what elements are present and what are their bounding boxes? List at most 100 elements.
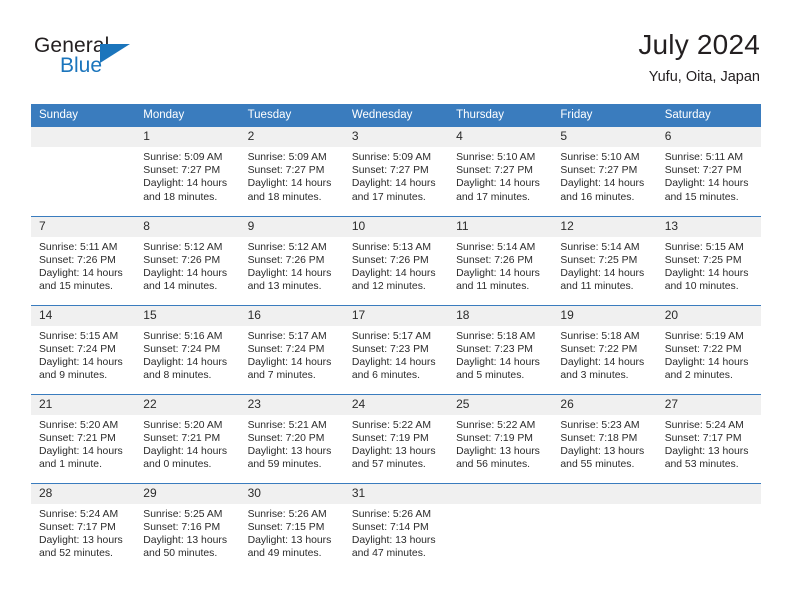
calendar-day-cell[interactable]: 2 Sunrise: 5:09 AM Sunset: 7:27 PM Daylight… (239, 127, 344, 216)
calendar-day-cell[interactable]: 26 Sunrise: 5:23 AM Sunset: 7:18 PM Dayligh… (552, 393, 657, 483)
day-number (448, 483, 553, 504)
calendar-page: General Blue July 2024 Yufu, Oita, Japan… (0, 0, 792, 612)
calendar-day-cell[interactable]: 3 Sunrise: 5:09 AM Sunset: 7:27 PM Daylight… (343, 127, 449, 216)
sunrise-text: Sunrise: 5:09 AM (247, 152, 327, 163)
day-sun-info: Sunrise: 5:14 AM Sunset: 7:25 PM Daylight:… (552, 237, 656, 294)
calendar-day-cell[interactable]: 17 Sunrise: 5:17 AM Sunset: 7:23 PM Dayligh… (343, 304, 449, 394)
sunset-text: Sunset: 7:27 PM (143, 165, 221, 177)
sunset-text: Sunset: 7:17 PM (664, 432, 742, 444)
sunrise-text: Sunrise: 5:26 AM (247, 508, 327, 520)
calendar-day-cell[interactable]: 23 Sunrise: 5:21 AM Sunset: 7:20 PM Dayligh… (239, 393, 344, 483)
calendar-day-cell[interactable]: 28 Sunrise: 5:24 AM Sunset: 7:17 PM Dayligh… (31, 482, 136, 572)
calendar-week-row: 7 Sunrise: 5:11 AM Sunset: 7:26 PM Daylight… (31, 215, 761, 305)
day-sun-info: Sunrise: 5:15 AM Sunset: 7:25 PM Daylight:… (657, 237, 761, 294)
daylight-text-line2: and 6 minutes. (351, 370, 421, 382)
sunset-text: Sunset: 7:27 PM (456, 165, 533, 177)
sunrise-text: Sunrise: 5:12 AM (143, 241, 223, 253)
daylight-text-line1: Daylight: 13 hours (39, 534, 123, 546)
calendar-day-cell[interactable]: 10 Sunrise: 5:13 AM Sunset: 7:26 PM Dayligh… (343, 215, 449, 305)
day-number: 8 (135, 216, 240, 237)
calendar-day-cell[interactable]: 24 Sunrise: 5:22 AM Sunset: 7:19 PM Dayligh… (343, 393, 449, 483)
day-sun-info: Sunrise: 5:14 AM Sunset: 7:26 PM Daylight:… (448, 237, 552, 294)
calendar-day-cell[interactable]: 21 Sunrise: 5:20 AM Sunset: 7:21 PM Dayligh… (31, 393, 136, 483)
day-number (31, 127, 136, 147)
calendar-day-cell[interactable]: 7 Sunrise: 5:11 AM Sunset: 7:26 PM Daylight… (31, 215, 136, 305)
calendar-day-cell[interactable]: 4 Sunrise: 5:10 AM Sunset: 7:27 PM Daylight… (448, 127, 553, 216)
day-number: 9 (239, 216, 344, 237)
sunrise-text: Sunrise: 5:09 AM (143, 152, 223, 163)
daylight-text-line2: and 57 minutes. (351, 459, 426, 471)
calendar-day-cell[interactable]: 5 Sunrise: 5:10 AM Sunset: 7:27 PM Daylight… (552, 127, 657, 216)
daylight-text-line2: and 56 minutes. (456, 459, 531, 471)
calendar-day-cell[interactable]: 30 Sunrise: 5:26 AM Sunset: 7:15 PM Dayligh… (239, 482, 344, 572)
calendar-day-cell[interactable]: 16 Sunrise: 5:17 AM Sunset: 7:24 PM Dayligh… (239, 304, 344, 394)
calendar-day-cell[interactable]: 11 Sunrise: 5:14 AM Sunset: 7:26 PM Dayligh… (448, 215, 553, 305)
day-number: 7 (31, 216, 136, 237)
daylight-text-line1: Daylight: 13 hours (247, 534, 332, 546)
weekday-header-wednesday: Wednesday (343, 104, 449, 127)
daylight-text-line1: Daylight: 14 hours (351, 178, 436, 190)
calendar-day-cell[interactable]: 9 Sunrise: 5:12 AM Sunset: 7:26 PM Daylight… (239, 215, 344, 305)
calendar-day-cell[interactable]: 20 Sunrise: 5:19 AM Sunset: 7:22 PM Dayligh… (656, 304, 761, 394)
day-number: 10 (343, 216, 449, 237)
sunset-text: Sunset: 7:26 PM (39, 254, 116, 266)
calendar-day-cell[interactable]: 13 Sunrise: 5:15 AM Sunset: 7:25 PM Dayligh… (656, 215, 761, 305)
daylight-text-line2: and 49 minutes. (247, 548, 322, 560)
calendar-day-cell[interactable]: 8 Sunrise: 5:12 AM Sunset: 7:26 PM Daylight… (135, 215, 240, 305)
sunset-text: Sunset: 7:24 PM (247, 343, 325, 355)
sunrise-text: Sunrise: 5:12 AM (247, 241, 327, 253)
daylight-text-line1: Daylight: 13 hours (560, 445, 645, 457)
calendar-day-cell[interactable]: 22 Sunrise: 5:20 AM Sunset: 7:21 PM Dayligh… (135, 393, 240, 483)
sunrise-text: Sunrise: 5:14 AM (560, 241, 640, 253)
day-sun-info: Sunrise: 5:22 AM Sunset: 7:19 PM Daylight:… (448, 415, 552, 472)
calendar-day-cell[interactable]: 29 Sunrise: 5:25 AM Sunset: 7:16 PM Dayligh… (135, 482, 240, 572)
day-sun-info: Sunrise: 5:21 AM Sunset: 7:20 PM Daylight:… (240, 415, 344, 472)
sunrise-text: Sunrise: 5:17 AM (351, 330, 431, 342)
page-header: General Blue July 2024 Yufu, Oita, Japan (32, 28, 760, 96)
day-sun-info: Sunrise: 5:11 AM Sunset: 7:27 PM Daylight:… (657, 147, 761, 204)
daylight-text-line1: Daylight: 14 hours (143, 445, 228, 457)
calendar-day-cell[interactable]: 25 Sunrise: 5:22 AM Sunset: 7:19 PM Dayligh… (448, 393, 553, 483)
day-number: 1 (135, 127, 240, 147)
daylight-text-line1: Daylight: 13 hours (247, 445, 332, 457)
sunrise-text: Sunrise: 5:17 AM (247, 330, 327, 342)
sunrise-text: Sunrise: 5:22 AM (351, 419, 431, 431)
day-sun-info: Sunrise: 5:16 AM Sunset: 7:24 PM Daylight:… (135, 326, 239, 383)
sunset-text: Sunset: 7:21 PM (39, 432, 116, 444)
daylight-text-line1: Daylight: 14 hours (351, 356, 436, 368)
daylight-text-line1: Daylight: 14 hours (143, 356, 228, 368)
daylight-text-line2: and 1 minute. (39, 459, 102, 471)
sunrise-text: Sunrise: 5:22 AM (456, 419, 536, 431)
sunrise-text: Sunrise: 5:21 AM (247, 419, 327, 431)
day-number: 11 (448, 216, 553, 237)
calendar-cell-empty (552, 482, 657, 572)
day-sun-info: Sunrise: 5:09 AM Sunset: 7:27 PM Daylight:… (135, 147, 239, 204)
calendar-day-cell[interactable]: 6 Sunrise: 5:11 AM Sunset: 7:27 PM Daylight… (656, 127, 761, 216)
calendar-day-cell[interactable]: 14 Sunrise: 5:15 AM Sunset: 7:24 PM Dayligh… (31, 304, 136, 394)
day-sun-info: Sunrise: 5:24 AM Sunset: 7:17 PM Daylight:… (657, 415, 761, 472)
sunset-text: Sunset: 7:27 PM (247, 165, 325, 177)
calendar-day-cell[interactable]: 19 Sunrise: 5:18 AM Sunset: 7:22 PM Dayligh… (552, 304, 657, 394)
daylight-text-line2: and 59 minutes. (247, 459, 322, 471)
daylight-text-line2: and 10 minutes. (664, 281, 739, 293)
daylight-text-line2: and 47 minutes. (351, 548, 426, 560)
daylight-text-line2: and 3 minutes. (560, 370, 629, 382)
daylight-text-line1: Daylight: 14 hours (560, 356, 645, 368)
sunrise-text: Sunrise: 5:14 AM (456, 241, 536, 253)
sunrise-text: Sunrise: 5:20 AM (39, 419, 119, 431)
calendar-body: 1 Sunrise: 5:09 AM Sunset: 7:27 PM Daylight… (31, 127, 761, 572)
calendar-day-cell[interactable]: 18 Sunrise: 5:18 AM Sunset: 7:23 PM Dayligh… (448, 304, 553, 394)
calendar-day-cell[interactable]: 1 Sunrise: 5:09 AM Sunset: 7:27 PM Daylight… (135, 127, 240, 216)
calendar-day-cell[interactable]: 12 Sunrise: 5:14 AM Sunset: 7:25 PM Dayligh… (552, 215, 657, 305)
brand-logo[interactable]: General Blue (32, 34, 222, 94)
calendar-day-cell[interactable]: 27 Sunrise: 5:24 AM Sunset: 7:17 PM Dayligh… (656, 393, 761, 483)
sunrise-text: Sunrise: 5:19 AM (664, 330, 744, 342)
calendar-day-cell[interactable]: 31 Sunrise: 5:26 AM Sunset: 7:14 PM Dayligh… (343, 482, 449, 572)
daylight-text-line2: and 11 minutes. (560, 281, 634, 293)
day-sun-info: Sunrise: 5:12 AM Sunset: 7:26 PM Daylight:… (240, 237, 344, 294)
day-sun-info: Sunrise: 5:18 AM Sunset: 7:23 PM Daylight:… (448, 326, 552, 383)
calendar-day-cell[interactable]: 15 Sunrise: 5:16 AM Sunset: 7:24 PM Dayligh… (135, 304, 240, 394)
day-sun-info: Sunrise: 5:09 AM Sunset: 7:27 PM Daylight:… (344, 147, 448, 204)
day-number: 15 (135, 305, 240, 326)
calendar-week-row: 28 Sunrise: 5:24 AM Sunset: 7:17 PM Dayligh… (31, 482, 761, 572)
